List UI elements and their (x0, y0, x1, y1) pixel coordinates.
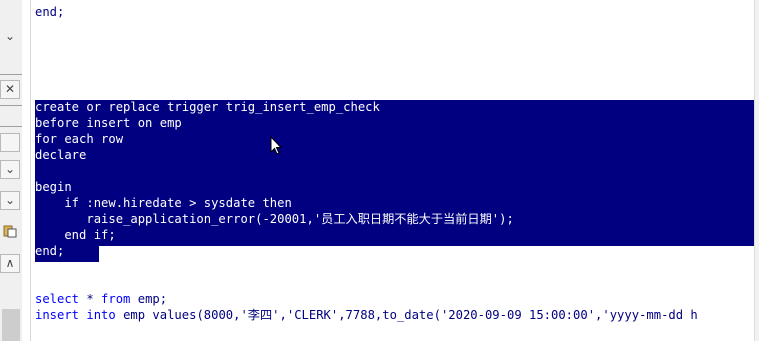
scroll-up-icon[interactable]: ∧ (0, 254, 20, 273)
code-line: declare (35, 148, 87, 162)
code-line: raise_application_error(-20001,'员工入职日期不能… (35, 212, 514, 226)
code-line: if :new.hiredate > sysdate then (35, 196, 292, 210)
sql-editor[interactable]: end; create or replace trigger trig_inse… (31, 0, 759, 341)
code-text: emp values(8000,'李四','CLERK',7788,to_dat… (115, 308, 698, 322)
keyword: into (86, 308, 116, 322)
vertical-scrollbar[interactable] (754, 0, 759, 341)
code-line: end if; (35, 228, 116, 242)
mouse-pointer-icon (270, 136, 282, 155)
code-line: begin (35, 180, 72, 194)
code-line-select: select * from emp; (35, 291, 167, 307)
code-text: emp; (130, 292, 168, 306)
code-line-insert: insert into emp values(8000,'李四','CLERK'… (35, 307, 698, 323)
field-box[interactable] (0, 133, 20, 152)
code-text: * (79, 292, 102, 306)
panel-divider (0, 74, 22, 75)
left-panel: ⌄ ✕ ⌄ ⌄ ∧ (0, 0, 22, 341)
code-line: end; (35, 244, 65, 258)
code-line: for each row (35, 132, 124, 146)
keyword: insert (35, 308, 80, 322)
dropdown-arrow-icon[interactable]: ⌄ (0, 191, 20, 210)
code-line: end; (35, 5, 65, 19)
dropdown-arrow-icon[interactable]: ⌄ (0, 160, 20, 179)
chevron-down-icon[interactable]: ⌄ (0, 28, 20, 47)
code-line: before insert on emp (35, 116, 182, 130)
paste-icon-graphic (3, 225, 17, 238)
panel-divider (0, 105, 22, 106)
keyword: from (101, 292, 131, 306)
paste-icon[interactable] (0, 224, 20, 243)
panel-divider (0, 126, 22, 127)
code-line: create or replace trigger trig_insert_em… (35, 100, 380, 114)
scrollbar-thumb[interactable] (2, 309, 20, 341)
close-icon[interactable]: ✕ (0, 80, 20, 99)
keyword: select (35, 292, 80, 306)
